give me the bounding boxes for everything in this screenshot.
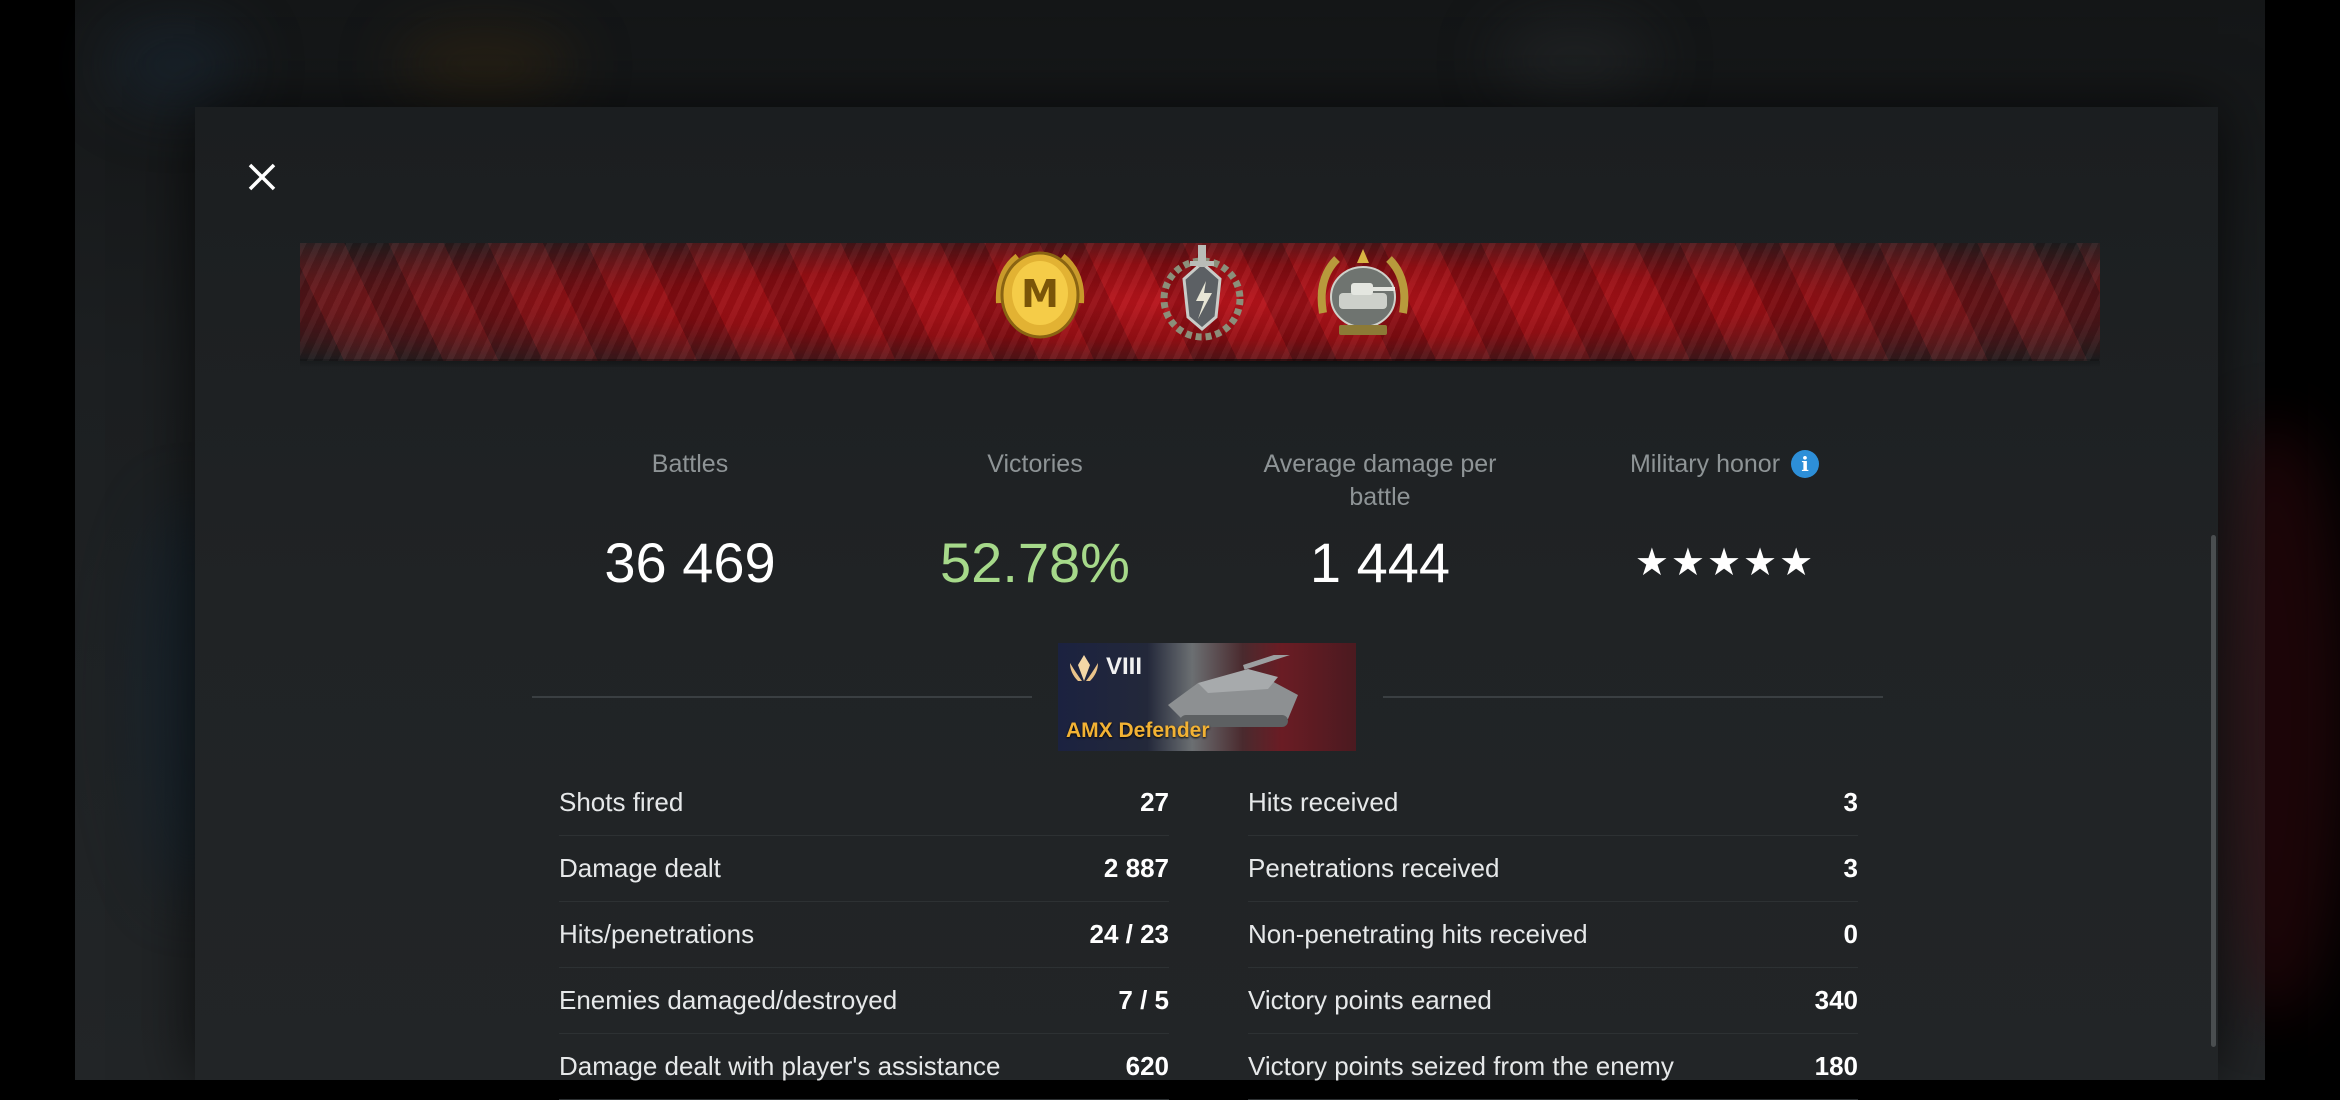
stat-value: 2 887 bbox=[1103, 853, 1169, 883]
stats-row: Hits/penetrations 24 / 23 bbox=[559, 902, 1169, 968]
stat-label: Hits received bbox=[1248, 787, 1399, 817]
info-icon[interactable]: i bbox=[1791, 450, 1819, 478]
background-blur bbox=[395, 30, 575, 100]
stat-value: 7 / 5 bbox=[1118, 985, 1169, 1015]
military-honor-stars: ★★★★★ bbox=[1634, 542, 1816, 584]
stats-row: Penetrations received 3 bbox=[1248, 836, 1858, 902]
stats-row: Damage dealt 2 887 bbox=[559, 836, 1169, 902]
svg-text:M: M bbox=[1021, 272, 1059, 316]
stats-row: Hits received 3 bbox=[1248, 770, 1858, 836]
close-icon bbox=[248, 163, 276, 191]
stat-value: 620 bbox=[1125, 1051, 1169, 1081]
stat-label: Enemies damaged/destroyed bbox=[559, 985, 898, 1015]
stat-label: Non-penetrating hits received bbox=[1248, 919, 1588, 949]
stat-label: Victory points earned bbox=[1248, 985, 1492, 1015]
average-damage-label-line1: Average damage per bbox=[1263, 450, 1497, 478]
average-damage-stat: Average damage per battle bbox=[1220, 448, 1540, 514]
stats-row: Shots fired 27 bbox=[559, 770, 1169, 836]
stats-row: Damage dealt with player's assistance 62… bbox=[559, 1034, 1169, 1100]
divider-right bbox=[1383, 696, 1883, 698]
stat-label: Penetrations received bbox=[1248, 853, 1500, 883]
victories-label: Victories bbox=[987, 450, 1083, 478]
average-damage-value: 1 444 bbox=[1309, 531, 1451, 594]
background-blur bbox=[1495, 20, 1655, 100]
scrollbar[interactable] bbox=[2211, 535, 2216, 1047]
vehicle-name: AMX Defender bbox=[1066, 719, 1210, 742]
stats-row: Victory points earned 340 bbox=[1248, 968, 1858, 1034]
stats-row: Victory points seized from the enemy 180 bbox=[1248, 1034, 1858, 1100]
stat-value: 180 bbox=[1814, 1051, 1858, 1081]
vehicle-card[interactable]: VIII AMX Defender bbox=[1058, 643, 1356, 751]
stat-value: 24 / 23 bbox=[1089, 919, 1169, 949]
divider-left bbox=[532, 696, 1032, 698]
stat-value: 3 bbox=[1843, 853, 1858, 883]
sword-emblem-medal-icon[interactable] bbox=[1152, 243, 1252, 347]
battles-label: Battles bbox=[651, 450, 729, 478]
stats-row: Enemies damaged/destroyed 7 / 5 bbox=[559, 968, 1169, 1034]
tank-wreath-medal-icon[interactable] bbox=[1313, 243, 1413, 347]
stat-value: 0 bbox=[1843, 919, 1858, 949]
average-damage-label-line2: battle bbox=[1349, 483, 1411, 511]
left-stats-list: Shots fired 27 Damage dealt 2 887 Hits/p… bbox=[559, 770, 1169, 1100]
close-button[interactable] bbox=[240, 155, 284, 199]
background-blur bbox=[2205, 420, 2340, 1020]
right-stats-list: Hits received 3 Penetrations received 3 … bbox=[1248, 770, 1858, 1100]
stat-value: 27 bbox=[1140, 787, 1169, 817]
background-blur bbox=[105, 20, 245, 110]
battles-stat: Battles bbox=[530, 448, 850, 481]
stat-value: 3 bbox=[1843, 787, 1858, 817]
stat-label: Victory points seized from the enemy bbox=[1248, 1051, 1674, 1081]
stat-label: Hits/penetrations bbox=[559, 919, 755, 949]
victories-value: 52.78% bbox=[940, 531, 1130, 594]
tier-emblem-icon bbox=[1070, 655, 1098, 681]
stat-label: Damage dealt bbox=[559, 853, 721, 883]
stat-label: Shots fired bbox=[559, 787, 684, 817]
vehicle-tier: VIII bbox=[1106, 653, 1143, 680]
mastery-m-medal-icon[interactable]: M bbox=[990, 243, 1090, 347]
battles-value: 36 469 bbox=[604, 531, 776, 594]
stat-label: Damage dealt with player's assistance bbox=[559, 1051, 1001, 1081]
victories-stat: Victories bbox=[875, 448, 1195, 481]
stats-row: Non-penetrating hits received 0 bbox=[1248, 902, 1858, 968]
stat-value: 340 bbox=[1814, 985, 1858, 1015]
